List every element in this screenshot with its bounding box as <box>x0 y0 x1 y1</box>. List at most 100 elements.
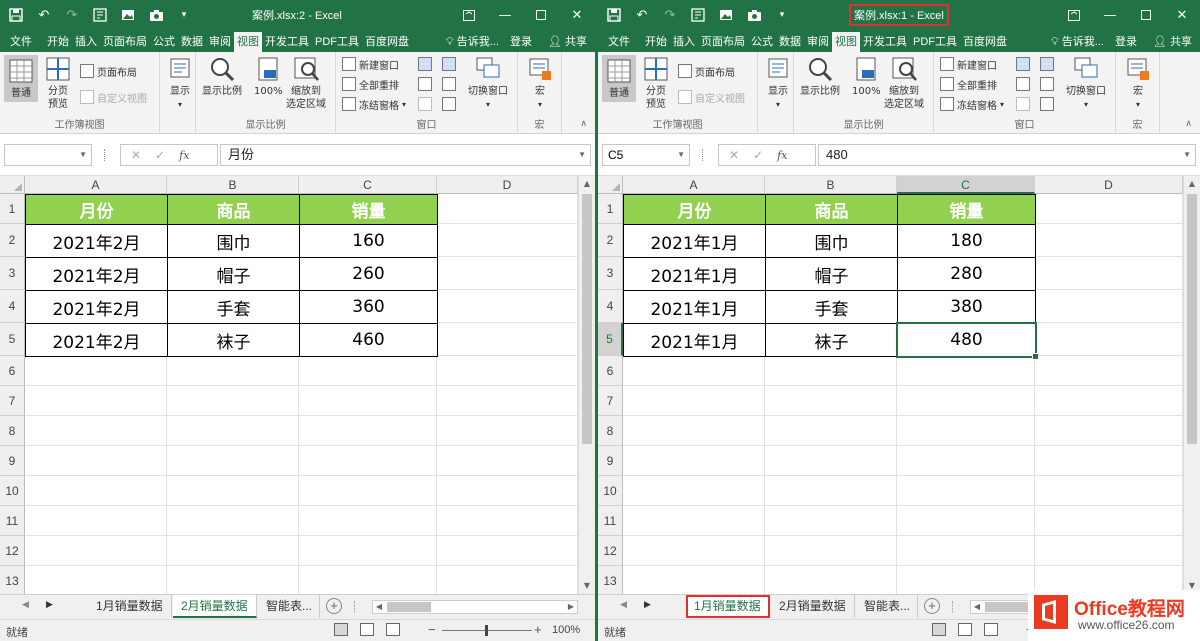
tab-4[interactable]: 数据 <box>776 32 804 52</box>
image-icon[interactable] <box>118 5 138 25</box>
zoom-100-button[interactable]: 100% <box>852 55 881 98</box>
horizontal-scrollbar[interactable]: ◀▶ <box>372 600 578 614</box>
add-sheet-icon[interactable]: + <box>326 598 342 614</box>
expand-formula-icon[interactable]: ▼ <box>1183 145 1191 165</box>
custom-views-button[interactable]: 自定义视图 <box>80 88 147 106</box>
minimize-icon[interactable]: — <box>487 0 523 30</box>
row-header-4[interactable]: 4 <box>598 290 623 323</box>
zoom-selection-button[interactable]: 缩放到 选定区域 <box>884 55 924 111</box>
macros-button[interactable]: 宏 ▾ <box>1124 55 1152 111</box>
table-cell[interactable]: 手套 <box>167 290 300 324</box>
tab-file[interactable]: 文件 <box>0 32 44 52</box>
vertical-scroll-thumb[interactable] <box>582 194 592 444</box>
new-window-button[interactable]: 新建窗口 <box>342 55 399 73</box>
tab-3[interactable]: 公式 <box>748 32 776 52</box>
column-header-C[interactable]: C <box>897 176 1035 194</box>
scroll-right-icon[interactable]: ▶ <box>565 601 577 613</box>
table-cell[interactable]: 袜子 <box>167 323 300 357</box>
reset-position-button[interactable] <box>1040 95 1054 113</box>
undo-icon[interactable]: ↶ <box>34 5 54 25</box>
hide-button[interactable] <box>1016 75 1030 93</box>
page-layout-button[interactable]: 页面布局 <box>80 62 137 80</box>
view-side-by-side-button[interactable] <box>1040 55 1054 73</box>
page-layout-button[interactable]: 页面布局 <box>678 62 735 80</box>
redo-icon[interactable]: ↷ <box>660 5 680 25</box>
insert-function-icon[interactable]: fx <box>777 149 787 162</box>
view-side-by-side-button[interactable] <box>442 55 456 73</box>
formula-input[interactable]: 480 ▼ <box>818 144 1196 166</box>
row-header-5[interactable]: 5 <box>0 323 25 356</box>
page-break-preview-button[interactable]: 分页 预览 <box>44 55 72 111</box>
tab-8[interactable]: PDF工具 <box>910 32 960 52</box>
login-link[interactable]: 登录 <box>502 32 540 52</box>
camera-icon[interactable] <box>744 5 764 25</box>
zoom-selection-button[interactable]: 缩放到 选定区域 <box>286 55 326 111</box>
select-all-corner[interactable] <box>598 176 623 194</box>
page-break-status-icon[interactable] <box>984 623 998 636</box>
scroll-down-icon[interactable]: ▼ <box>579 578 595 594</box>
normal-view-status-icon[interactable] <box>932 623 946 636</box>
login-link[interactable]: 登录 <box>1107 32 1145 52</box>
switch-windows-button[interactable]: 切换窗口 ▾ <box>468 55 508 111</box>
maximize-icon[interactable] <box>523 0 559 30</box>
sheet-tab-0[interactable]: 1月销量数据 <box>686 595 770 618</box>
macros-button[interactable]: 宏 ▾ <box>526 55 554 111</box>
page-layout-status-icon[interactable] <box>958 623 972 636</box>
camera-icon[interactable] <box>146 5 166 25</box>
table-cell[interactable]: 180 <box>897 224 1036 258</box>
row-header-11[interactable]: 11 <box>598 506 623 536</box>
table-header-cell[interactable]: 商品 <box>167 194 300 225</box>
insert-function-icon[interactable]: fx <box>179 149 189 162</box>
zoom-in-icon[interactable]: + <box>534 622 542 637</box>
tab-7[interactable]: 开发工具 <box>262 32 312 52</box>
tab-file[interactable]: 文件 <box>598 32 642 52</box>
row-header-7[interactable]: 7 <box>598 386 623 416</box>
name-box[interactable]: ▼ <box>4 144 92 166</box>
table-cell[interactable]: 手套 <box>765 290 898 324</box>
table-cell[interactable]: 380 <box>897 290 1036 324</box>
normal-view-status-icon[interactable] <box>334 623 348 636</box>
sheet-tab-1[interactable]: 2月销量数据 <box>173 595 257 618</box>
unhide-button[interactable] <box>418 95 432 113</box>
normal-view-button[interactable]: 普通 <box>4 55 38 102</box>
formula-bar-grip[interactable] <box>702 149 704 161</box>
tab-7[interactable]: 开发工具 <box>860 32 910 52</box>
row-header-9[interactable]: 9 <box>0 446 25 476</box>
sync-scroll-button[interactable] <box>1040 75 1054 93</box>
prev-sheet-icon[interactable]: ◀ <box>620 599 627 610</box>
share-button[interactable]: 👤︎ 共享 <box>540 32 595 52</box>
sheet-tab-0[interactable]: 1月销量数据 <box>88 595 172 618</box>
tab-9[interactable]: 百度网盘 <box>960 32 1010 52</box>
sheet-tab-2[interactable]: 智能表... <box>258 595 320 618</box>
name-box-dropdown-icon[interactable]: ▼ <box>677 145 685 165</box>
tab-split-grip[interactable] <box>354 601 356 613</box>
row-header-11[interactable]: 11 <box>0 506 25 536</box>
table-cell[interactable]: 帽子 <box>765 257 898 291</box>
tab-0[interactable]: 开始 <box>44 32 72 52</box>
tab-6[interactable]: 视图 <box>234 32 262 52</box>
reset-position-button[interactable] <box>442 95 456 113</box>
tab-5[interactable]: 审阅 <box>206 32 234 52</box>
page-layout-status-icon[interactable] <box>360 623 374 636</box>
hide-button[interactable] <box>418 75 432 93</box>
sheet-tab-1[interactable]: 2月销量数据 <box>771 595 855 618</box>
customize-qat-icon[interactable]: ▾ <box>174 5 194 25</box>
image-icon[interactable] <box>716 5 736 25</box>
zoom-level[interactable]: 100% <box>552 624 580 636</box>
row-header-1[interactable]: 1 <box>0 194 25 224</box>
tab-8[interactable]: PDF工具 <box>312 32 362 52</box>
page-break-status-icon[interactable] <box>386 623 400 636</box>
tab-split-grip[interactable] <box>952 601 954 613</box>
table-cell[interactable]: 帽子 <box>167 257 300 291</box>
unhide-button[interactable] <box>1016 95 1030 113</box>
table-cell[interactable]: 围巾 <box>167 224 300 258</box>
minimize-icon[interactable]: — <box>1092 0 1128 30</box>
table-cell[interactable]: 2021年1月 <box>623 323 766 357</box>
table-cell[interactable]: 2021年2月 <box>25 257 168 291</box>
row-header-10[interactable]: 10 <box>598 476 623 506</box>
scroll-left-icon[interactable]: ◀ <box>971 601 983 613</box>
name-box[interactable]: C5 ▼ <box>602 144 690 166</box>
row-header-5[interactable]: 5 <box>598 323 623 356</box>
tab-2[interactable]: 页面布局 <box>100 32 150 52</box>
table-cell[interactable]: 2021年2月 <box>25 290 168 324</box>
